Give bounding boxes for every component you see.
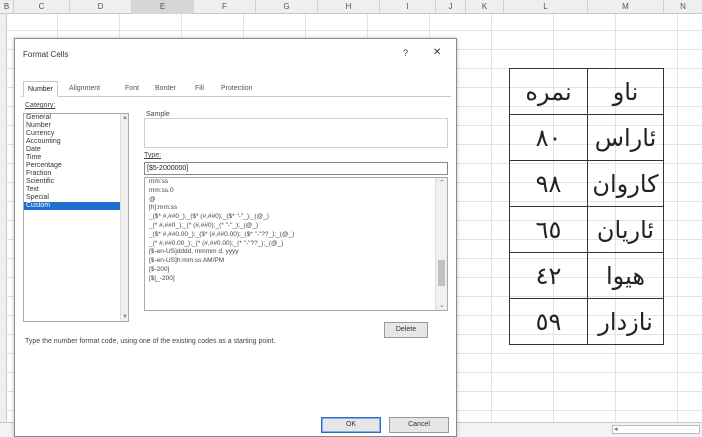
grade-cell[interactable]: نمره [509, 68, 588, 115]
column-header-i[interactable]: I [380, 0, 436, 14]
category-item-text[interactable]: Text [24, 186, 128, 194]
delete-button[interactable]: Delete [384, 322, 428, 338]
name-cell[interactable]: كاروان [587, 160, 664, 207]
grade-cell[interactable]: ٤٢ [509, 252, 588, 299]
column-header-l[interactable]: L [504, 0, 588, 14]
type-label: Type: [144, 152, 162, 159]
ok-button[interactable]: OK [321, 417, 381, 433]
name-cell[interactable]: ئاريان [587, 206, 664, 253]
format-code-item[interactable]: [$-200] [145, 266, 447, 275]
grade-cell[interactable]: ٩٨ [509, 160, 588, 207]
scroll-up-icon[interactable]: ▲ [122, 115, 128, 121]
format-code-item[interactable]: @ [145, 196, 447, 205]
grade-cell[interactable]: ٨٠ [509, 114, 588, 161]
format-code-item[interactable]: [$-en-US]dddd, mmmm d, yyyy [145, 248, 447, 257]
column-header-k[interactable]: K [466, 0, 504, 14]
tab-font[interactable]: Font [121, 81, 143, 97]
sample-label: Sample [146, 111, 170, 118]
category-scrollbar[interactable]: ▲ ▼ [120, 114, 128, 321]
category-item-fraction[interactable]: Fraction [24, 170, 128, 178]
scroll-thumb[interactable] [438, 260, 445, 286]
format-code-item[interactable]: mm:ss.0 [145, 187, 447, 196]
grade-cell[interactable]: ٦٥ [509, 206, 588, 253]
kurdish-grades-table: نمره ناو ٨٠ ئاراس ٩٨ كاروان ٦٥ ئاريان ٤٢… [509, 68, 664, 345]
column-header-j[interactable]: J [436, 0, 466, 14]
name-cell[interactable]: هيوا [587, 252, 664, 299]
format-code-item[interactable]: _(* #,##0.00_);_(* (#,##0.00);_(* "-"??_… [145, 240, 447, 249]
name-cell[interactable]: نازدار [587, 298, 664, 345]
tab-bar: Number Alignment Font Border Fill Protec… [21, 81, 451, 97]
column-header-g[interactable]: G [256, 0, 318, 14]
table-row: ٦٥ ئاريان [509, 206, 664, 253]
table-row: ٥٩ نازدار [509, 298, 664, 345]
horizontal-scrollbar[interactable]: ◂ [612, 425, 700, 434]
tab-fill[interactable]: Fill [191, 81, 208, 97]
column-header-m[interactable]: M [588, 0, 664, 14]
format-list-scrollbar[interactable]: ⌃ ⌄ [435, 178, 447, 310]
category-item-currency[interactable]: Currency [24, 130, 128, 138]
row-header-strip [0, 14, 7, 437]
table-row: ٩٨ كاروان [509, 160, 664, 207]
category-item-number[interactable]: Number [24, 122, 128, 130]
column-header-h[interactable]: H [318, 0, 380, 14]
column-header-d[interactable]: D [70, 0, 132, 14]
table-row: ٨٠ ئاراس [509, 114, 664, 161]
format-code-item[interactable]: _(* #,##0_);_(* (#,##0);_(* "-"_);_(@_) [145, 222, 447, 231]
chevron-down-icon[interactable]: ⌄ [439, 301, 445, 309]
format-code-item[interactable]: mm:ss [145, 178, 447, 187]
type-input[interactable]: [$5-2000000] [144, 162, 448, 175]
category-item-percentage[interactable]: Percentage [24, 162, 128, 170]
format-hint-text: Type the number format code, using one o… [25, 338, 276, 345]
format-cells-dialog: Format Cells ? ✕ Number Alignment Font B… [14, 38, 457, 437]
table-row: ٤٢ هيوا [509, 252, 664, 299]
column-header-n[interactable]: N [664, 0, 702, 14]
format-code-item[interactable]: [h]:mm:ss [145, 204, 447, 213]
format-code-item[interactable]: _($* #,##0_);_($* (#,##0);_($* "-"_);_(@… [145, 213, 447, 222]
category-label: Category: [25, 102, 56, 109]
tab-border[interactable]: Border [151, 81, 180, 97]
sample-preview [144, 118, 448, 148]
name-cell[interactable]: ناو [587, 68, 664, 115]
category-item-scientific[interactable]: Scientific [24, 178, 128, 186]
column-header-e[interactable]: E [132, 0, 194, 14]
format-code-list[interactable]: mm:ss mm:ss.0 @ [h]:mm:ss _($* #,##0_);_… [144, 177, 448, 311]
help-button[interactable]: ? [403, 48, 408, 58]
scroll-left-icon[interactable]: ◂ [614, 425, 618, 433]
table-row: نمره ناو [509, 68, 664, 115]
scroll-down-icon[interactable]: ▼ [122, 314, 128, 320]
tab-alignment[interactable]: Alignment [65, 81, 104, 97]
column-header-f[interactable]: F [194, 0, 256, 14]
column-header-c[interactable]: C [14, 0, 70, 14]
chevron-up-icon[interactable]: ⌃ [439, 179, 445, 187]
column-header-b[interactable]: B [0, 0, 14, 14]
category-item-accounting[interactable]: Accounting [24, 138, 128, 146]
category-item-time[interactable]: Time [24, 154, 128, 162]
category-list[interactable]: General Number Currency Accounting Date … [23, 113, 129, 322]
category-item-general[interactable]: General [24, 114, 128, 122]
category-item-special[interactable]: Special [24, 194, 128, 202]
cancel-button[interactable]: Cancel [389, 417, 449, 433]
tab-number[interactable]: Number [23, 81, 58, 97]
grade-cell[interactable]: ٥٩ [509, 298, 588, 345]
category-item-custom[interactable]: Custom [24, 202, 128, 210]
format-code-item[interactable]: _($* #,##0.00_);_($* (#,##0.00);_($* "-"… [145, 231, 447, 240]
tab-protection[interactable]: Protection [217, 81, 257, 97]
column-header-bar: B C D E F G H I J K L M N [0, 0, 702, 14]
name-cell[interactable]: ئاراس [587, 114, 664, 161]
close-icon[interactable]: ✕ [433, 47, 441, 58]
format-code-item[interactable]: [$[_-200] [145, 275, 447, 284]
format-code-item[interactable]: [$-en-US]h:mm:ss AM/PM [145, 257, 447, 266]
dialog-title: Format Cells [23, 50, 69, 59]
category-item-date[interactable]: Date [24, 146, 128, 154]
